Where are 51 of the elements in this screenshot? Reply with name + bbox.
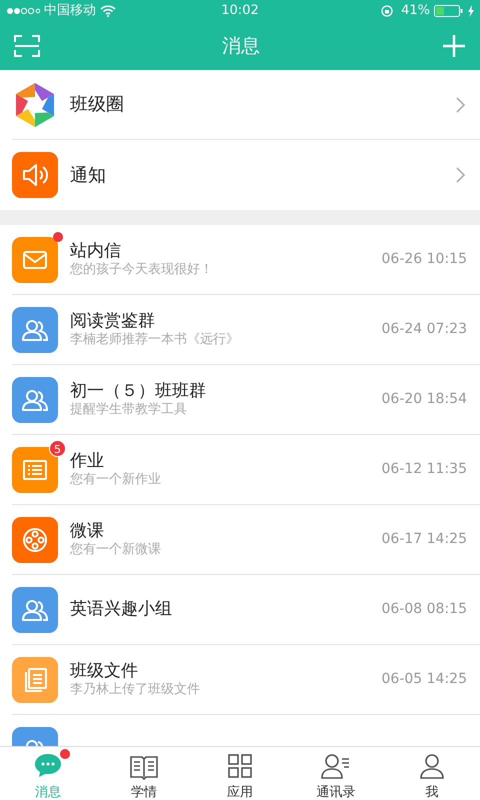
shortcut-item[interactable]: 通知 — [12, 140, 480, 210]
tab-item[interactable]: 我 — [384, 747, 480, 800]
message-preview: 李乃林上传了班级文件 — [70, 682, 200, 699]
message-item[interactable]: 阅读赏鉴群 李楠老师推荐一本书《远行》 06-24 07:23 — [12, 295, 480, 365]
add-button[interactable] — [442, 34, 466, 58]
message-time: 06-26 10:15 — [382, 250, 467, 269]
carrier-name: 中国移动 — [44, 2, 96, 20]
wifi-icon — [100, 5, 116, 17]
message-preview: 您的孩子今天表现很好！ — [70, 262, 213, 279]
message-preview: 提醒学生带教学工具 — [70, 402, 188, 419]
message-preview: 您有一个新作业 — [70, 472, 161, 489]
lock-rotation-icon — [381, 5, 394, 17]
shortcut-item[interactable]: 班级圈 — [12, 70, 480, 140]
tab-item[interactable]: 应用 — [192, 747, 288, 800]
tab-item[interactable]: 学情 — [96, 747, 192, 800]
unread-count: 5 — [49, 440, 66, 456]
scan-icon — [14, 35, 40, 57]
message-item[interactable]: 微课 您有一个新微课 06-17 14:25 — [12, 505, 480, 575]
message-item[interactable]: 初一（５）班班群 提醒学生带教学工具 06-20 18:54 — [12, 365, 480, 435]
signal-icon — [6, 7, 40, 15]
contacts-icon — [320, 751, 352, 781]
charging-icon — [468, 5, 474, 17]
scan-button[interactable] — [14, 35, 40, 57]
message-title: 班级文件 — [70, 660, 139, 682]
message-item[interactable]: 5 作业 您有一个新作业 06-12 11:35 — [12, 435, 480, 505]
message-preview: 李楠老师推荐一本书《远行》 — [70, 332, 239, 349]
message-time: 06-08 08:15 — [382, 600, 467, 619]
plus-icon — [442, 34, 466, 58]
message-title: 英语兴趣小组 — [70, 598, 172, 621]
page-title: 消息 — [222, 34, 260, 59]
speaker-icon — [12, 152, 58, 198]
message-time: 06-24 07:23 — [382, 320, 467, 339]
message-time: 06-17 14:25 — [382, 530, 467, 549]
chevron-right-icon — [456, 167, 466, 183]
tab-item[interactable]: 通讯录 — [288, 747, 384, 800]
battery-percent: 41% — [401, 2, 430, 20]
message-preview: 您有一个新微课 — [70, 542, 161, 559]
message-title: 初一（５）班班群 — [70, 380, 206, 402]
battery-icon — [434, 5, 464, 17]
message-title: 作业 — [70, 450, 105, 472]
message-item[interactable]: 班级文件 李乃林上传了班级文件 06-05 14:25 — [12, 645, 480, 715]
status-time: 10:02 — [220, 2, 260, 20]
message-item[interactable]: 站内信 您的孩子今天表现很好！ 06-26 10:15 — [12, 225, 480, 295]
message-title: 阅读赏鉴群 — [70, 310, 156, 332]
message-title: 微课 — [70, 520, 105, 542]
message-time: 06-05 14:25 — [382, 670, 467, 689]
message-time: 06-20 18:54 — [382, 390, 467, 409]
chevron-right-icon — [456, 96, 466, 112]
message-time: 06-12 11:35 — [382, 460, 467, 479]
message-title: 站内信 — [70, 240, 122, 262]
message-item[interactable]: 英语兴趣小组 06-08 08:15 — [12, 575, 480, 645]
